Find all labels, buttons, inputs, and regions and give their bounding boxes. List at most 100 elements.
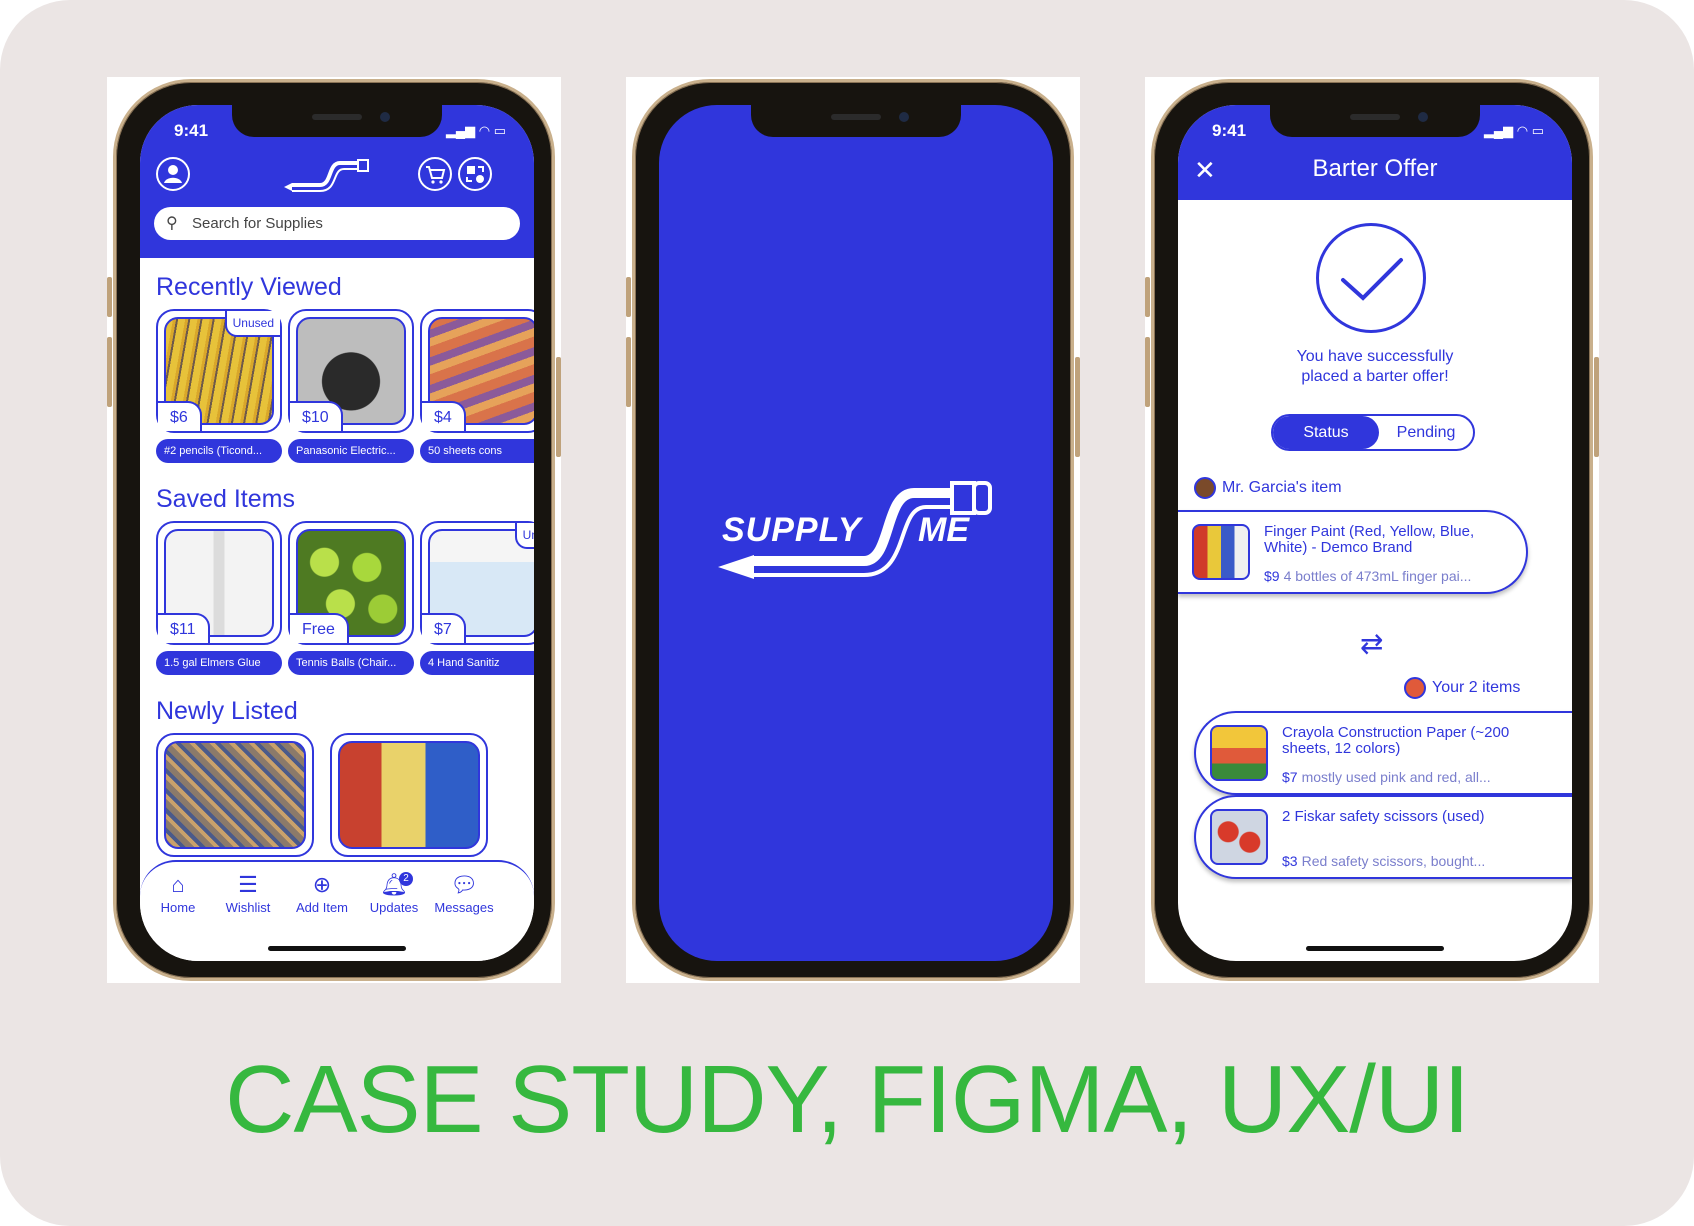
success-line: placed a barter offer! [1301, 368, 1449, 385]
bottom-tab-bar: ⌂ Home ☰ Wishlist ⊕ Add Item 🔔︎ 2 Updates [140, 860, 534, 961]
item-name: 2 Fiskar safety scissors (used) [1282, 808, 1485, 825]
item-meta: $7 mostly used pink and red, all... [1282, 769, 1522, 785]
tab-label: Wishlist [225, 900, 271, 915]
profile-icon[interactable] [156, 157, 190, 191]
condition-badge: Un [514, 523, 534, 549]
section-newly-listed: Newly Listed [156, 697, 298, 725]
section-saved-items: Saved Items [156, 485, 295, 513]
your-item-card[interactable]: Crayola Construction Paper (~200 sheets,… [1194, 711, 1572, 795]
item-price: $3 [1282, 853, 1298, 869]
cart-icon[interactable] [418, 157, 452, 191]
status-time: 9:41 [174, 121, 209, 140]
success-line: You have successfully [1296, 348, 1454, 365]
logo-text-supply: SUPPLY [722, 511, 862, 549]
product-card[interactable]: Unused $6 [156, 309, 282, 433]
avatar [1404, 677, 1426, 699]
price-badge: Free [290, 613, 349, 643]
product-label[interactable]: 4 Hand Sanitiz [420, 651, 534, 675]
status-icons: ▂▄▆ ◠ ▭ [1483, 123, 1544, 138]
checkmark-icon [1316, 223, 1426, 333]
home-indicator [268, 946, 406, 951]
item-description: 4 bottles of 473mL finger pai... [1283, 568, 1472, 584]
product-card[interactable] [330, 733, 488, 857]
item-price: $9 [1264, 568, 1280, 584]
product-card[interactable]: $11 [156, 521, 282, 645]
item-meta: $3 Red safety scissors, bought... [1282, 853, 1522, 869]
price-badge: $4 [422, 401, 466, 431]
product-card[interactable]: Free [288, 521, 414, 645]
search-icon: ⚲ [166, 215, 178, 232]
product-card[interactable]: $4 [420, 309, 534, 433]
tab-label: Add Item [295, 900, 349, 915]
status-toggle[interactable]: Status Pending [1271, 414, 1475, 451]
price-badge: $11 [158, 613, 210, 643]
avatar [1194, 477, 1216, 499]
condition-badge: Unused [224, 311, 280, 337]
owner-label: Mr. Garcia's item [1222, 479, 1342, 497]
your-item-card[interactable]: 2 Fiskar safety scissors (used) $3 Red sa… [1194, 795, 1572, 879]
tab-home[interactable]: ⌂ Home [143, 870, 213, 915]
plus-circle-icon: ⊕ [312, 872, 332, 897]
case-study-caption: CASE STUDY, FIGMA, UX/UI [225, 1046, 1470, 1153]
status-time: 9:41 [1212, 121, 1247, 140]
item-price: $7 [1282, 769, 1298, 785]
swap-arrows-icon: ⇄ [1360, 628, 1384, 659]
barter-icon[interactable] [458, 157, 492, 191]
product-card[interactable] [156, 733, 314, 857]
price-badge: $6 [158, 401, 202, 431]
chat-icon: 💬︎ [450, 872, 478, 897]
success-message: You have successfully placed a barter of… [1218, 347, 1532, 387]
notification-badge: 2 [399, 872, 413, 886]
toggle-status[interactable]: Status [1273, 416, 1379, 449]
product-photo-crayons [164, 741, 306, 849]
price-badge: $10 [290, 401, 343, 431]
your-items-heading: Your 2 items [1404, 677, 1520, 699]
tab-messages[interactable]: 💬︎ Messages [429, 870, 499, 915]
item-meta: $9 4 bottles of 473mL finger pai... [1264, 568, 1504, 584]
supplyme-logo: SUPPLY ME [714, 475, 1004, 585]
status-icons: ▂▄▆ ◠ ▭ [445, 123, 506, 138]
logo-text-me: ME [918, 511, 969, 549]
splash-screen: SUPPLY ME [659, 105, 1053, 961]
supplyme-logo-icon [280, 155, 372, 200]
product-label[interactable]: Panasonic Electric... [288, 439, 414, 463]
item-thumbnail-construction-paper [1210, 725, 1268, 781]
section-recently-viewed: Recently Viewed [156, 273, 342, 301]
product-card[interactable]: Un $7 [420, 521, 534, 645]
phone-splash-screen: SUPPLY ME [626, 77, 1080, 983]
item-description: mostly used pink and red, all... [1301, 769, 1491, 785]
their-item-heading: Mr. Garcia's item [1194, 477, 1342, 499]
product-card[interactable]: $10 [288, 309, 414, 433]
phone-home-screen: 9:41 ▂▄▆ ◠ ▭ ⚲ Search for Supplies Recen… [107, 77, 561, 983]
list-icon: ☰ [238, 872, 258, 897]
tab-add-item[interactable]: ⊕ Add Item [287, 870, 357, 915]
barter-offer-screen: 9:41 ▂▄▆ ◠ ▭ ✕ Barter Offer You have suc… [1178, 105, 1572, 961]
their-item-card[interactable]: Finger Paint (Red, Yellow, Blue, White) … [1178, 510, 1528, 594]
product-photo-paints [338, 741, 480, 849]
price-badge: $7 [422, 613, 466, 643]
home-icon: ⌂ [171, 872, 185, 897]
home-indicator [1306, 946, 1444, 951]
page-title: Barter Offer [1312, 155, 1438, 182]
owner-label: Your 2 items [1432, 679, 1521, 697]
item-thumbnail-scissors [1210, 809, 1268, 865]
home-screen: 9:41 ▂▄▆ ◠ ▭ ⚲ Search for Supplies Recen… [140, 105, 534, 961]
tab-label: Messages [434, 900, 494, 915]
search-placeholder: Search for Supplies [192, 215, 323, 232]
toggle-pending[interactable]: Pending [1379, 416, 1473, 449]
phone-barter-screen: 9:41 ▂▄▆ ◠ ▭ ✕ Barter Offer You have suc… [1145, 77, 1599, 983]
product-label[interactable]: #2 pencils (Ticond... [156, 439, 282, 463]
item-description: Red safety scissors, bought... [1301, 853, 1486, 869]
tab-wishlist[interactable]: ☰ Wishlist [213, 870, 283, 915]
product-label[interactable]: 1.5 gal Elmers Glue [156, 651, 282, 675]
bell-icon: 🔔︎ 2 [359, 870, 429, 900]
product-label[interactable]: Tennis Balls (Chair... [288, 651, 414, 675]
item-name: Finger Paint (Red, Yellow, Blue, White) … [1264, 523, 1475, 556]
tab-label: Home [160, 900, 196, 915]
item-thumbnail-finger-paint [1192, 524, 1250, 580]
tab-updates[interactable]: 🔔︎ 2 Updates [359, 870, 429, 915]
product-label[interactable]: 50 sheets cons [420, 439, 534, 463]
canvas: 9:41 ▂▄▆ ◠ ▭ ⚲ Search for Supplies Recen… [0, 0, 1694, 1226]
item-name: Crayola Construction Paper (~200 sheets,… [1282, 724, 1510, 757]
search-input[interactable]: ⚲ Search for Supplies [154, 207, 520, 240]
